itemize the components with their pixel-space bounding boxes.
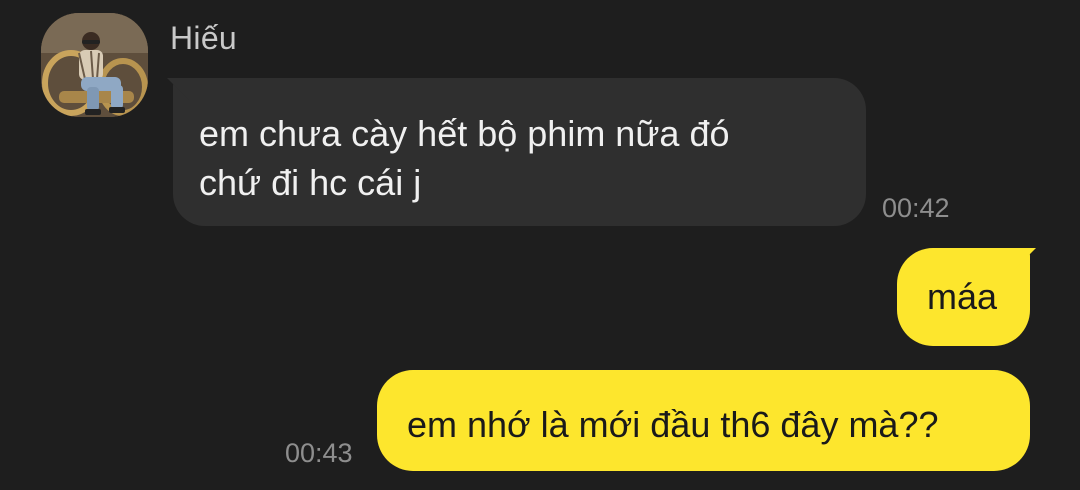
- message-timestamp: 00:42: [882, 193, 950, 223]
- message-bubble-outgoing[interactable]: em nhớ là mới đầu th6 đây mà??: [377, 370, 1030, 471]
- message-text: máa: [927, 276, 998, 317]
- message-bubble-incoming[interactable]: em chưa cày hết bộ phim nữa đó chứ đi hc…: [167, 78, 866, 226]
- chat-view: Hiếu em chưa cày hết bộ phim nữa đó chứ …: [0, 0, 1080, 490]
- message-text-line: chứ đi hc cái j: [199, 162, 422, 203]
- avatar[interactable]: [41, 13, 148, 117]
- bubble-tail: [167, 78, 189, 100]
- avatar-photo: [41, 13, 148, 117]
- sender-name: Hiếu: [170, 20, 238, 56]
- message-text: em nhớ là mới đầu th6 đây mà??: [407, 404, 939, 445]
- message-text-line: em chưa cày hết bộ phim nữa đó: [199, 113, 730, 154]
- message-bubble-outgoing[interactable]: máa: [897, 248, 1036, 346]
- bubble-tail: [1014, 248, 1036, 270]
- message-timestamp: 00:43: [285, 438, 353, 468]
